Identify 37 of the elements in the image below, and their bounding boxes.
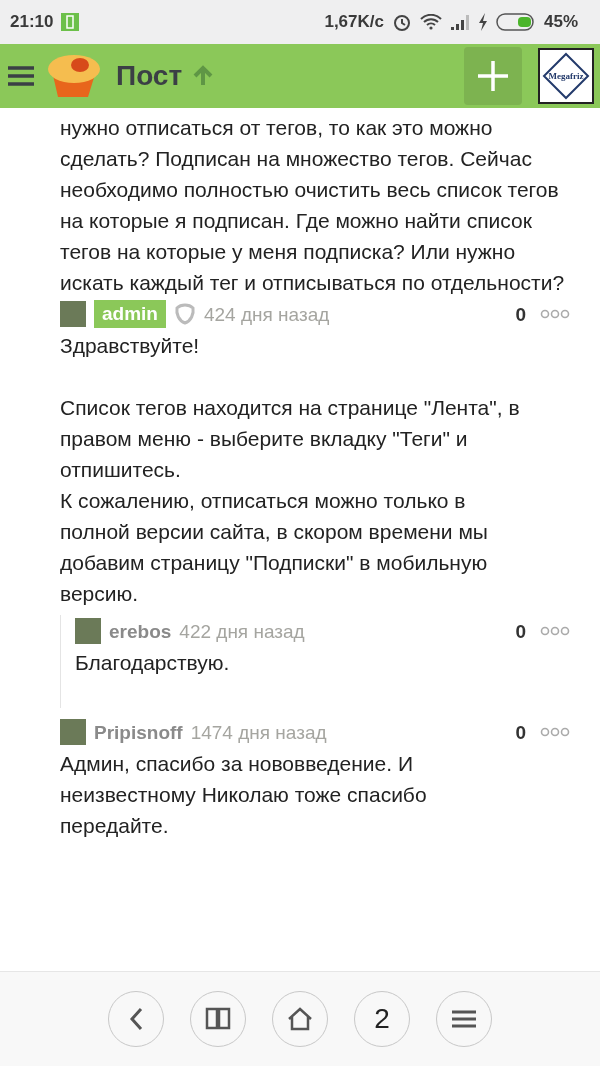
author-name[interactable]: Pripisnoff	[94, 716, 183, 748]
battery-icon	[495, 13, 536, 31]
comment-time: 424 дня назад	[203, 302, 330, 327]
more-icon[interactable]	[540, 727, 570, 737]
comment-rating: 0	[515, 302, 526, 327]
clock-time: 21:10	[10, 12, 54, 32]
menu-icon	[452, 1010, 476, 1028]
signal-icon	[449, 14, 470, 30]
page-title: Пост	[116, 60, 183, 92]
home-icon	[287, 1007, 313, 1031]
user-avatar[interactable]: Megafriz	[538, 48, 594, 104]
arrow-up-icon[interactable]	[192, 65, 215, 87]
comment-rating: 0	[515, 619, 526, 644]
post-text: нужно отписаться от тегов, то как это можно сделать? Подписан на множество тегов. Сейчас необходимо полностью очистить весь список тегов на которые я подписан. Где можно найти список тегов на которые у меня подписка? Или нужно искать каждый тег и отписываться по отдельности?	[60, 115, 566, 296]
menu-icon[interactable]	[8, 65, 34, 87]
alarm-icon	[391, 12, 412, 32]
comment-text: Благодарствую.	[75, 650, 231, 676]
author-name[interactable]: erebos	[109, 615, 172, 647]
comment-text: Здравствуйте!	[60, 333, 201, 359]
wifi-icon	[419, 14, 442, 30]
more-icon[interactable]	[540, 309, 570, 319]
comment-time: 1474 дня назад	[190, 720, 327, 745]
back-icon	[129, 1007, 143, 1031]
shield-icon	[173, 303, 196, 325]
comment-text: Список тегов находится на странице "Лента", в правом меню - выберите вкладку "Теги" и отпишитесь. К сожалению, отписаться можно только в полной версии сайта, в скором времени мы добавим страницу "Подписки" в мобильную версию.	[60, 395, 521, 607]
plus-icon	[477, 60, 509, 92]
more-icon[interactable]	[540, 626, 570, 636]
comment-rating: 0	[515, 720, 526, 745]
comment-text: Админ, спасибо за нововведение. И неизвестному Николаю тоже спасибо передайте.	[60, 751, 428, 839]
battery-saver-icon	[61, 13, 80, 31]
book-icon	[205, 1007, 231, 1031]
charging-icon	[477, 13, 488, 31]
comment-time: 422 дня назад	[179, 619, 305, 644]
network-speed: 1,67K/c	[324, 12, 384, 32]
battery-percent: 45%	[543, 12, 578, 32]
author-name[interactable]: admin	[94, 300, 166, 328]
add-button[interactable]	[464, 47, 522, 105]
